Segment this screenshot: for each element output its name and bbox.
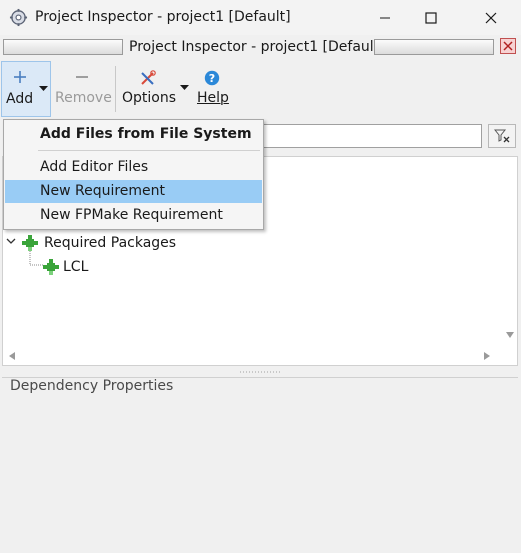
svg-text:?: ? [209,72,215,85]
caption-grip-right[interactable] [374,39,494,55]
minimize-icon [380,17,390,18]
scroll-right-arrow-icon[interactable] [483,351,491,361]
close-icon [503,41,513,51]
options-label: Options [122,90,177,106]
tree-item-lcl[interactable]: LCL [63,259,88,275]
maximize-icon [425,11,437,24]
dependency-properties-panel [2,377,518,552]
caption-title: Project Inspector - project1 [Default] [129,39,385,55]
menu-item-new-fpmake-requirement[interactable]: New FPMake Requirement [5,204,262,227]
menu-item-add-editor-files[interactable]: Add Editor Files [5,156,262,179]
toolbar-separator [115,66,116,112]
help-label: Help [197,90,229,106]
splitter-grip[interactable] [240,370,280,374]
gear-app-icon [9,8,28,27]
remove-button: Remove [52,61,112,117]
clear-filter-button[interactable] [488,124,516,148]
filter-input[interactable] [262,124,482,148]
window-title: Project Inspector - project1 [Default] [35,9,291,25]
chevron-down-icon[interactable] [5,237,17,247]
add-label: Add [6,91,34,107]
tree-connector [29,251,43,266]
options-button[interactable]: Options [118,61,192,117]
chevron-down-icon [180,85,189,90]
menu-item-new-requirement[interactable]: New Requirement [5,180,262,203]
tools-icon [141,70,156,85]
help-button[interactable]: ? Help [194,61,232,117]
filter-clear-icon [494,129,510,143]
add-button[interactable]: Add [1,61,51,117]
package-icon [22,235,38,251]
caption-close-button[interactable] [500,38,516,54]
menu-separator [38,150,260,151]
maximize-button[interactable] [408,0,454,35]
minimize-button[interactable] [362,0,408,35]
add-dropdown-menu: Add Files from File System Add Editor Fi… [3,119,264,230]
scroll-left-arrow-icon[interactable] [8,351,16,361]
package-icon [43,259,59,275]
remove-label: Remove [55,90,112,106]
help-icon: ? [204,70,220,86]
minus-icon [76,76,88,78]
tree-item-required-packages[interactable]: Required Packages [44,235,176,251]
close-button[interactable] [468,0,514,35]
close-icon [485,12,497,23]
caption-grip-left[interactable] [3,39,123,55]
chevron-down-icon [39,86,48,91]
scroll-down-arrow-icon[interactable] [505,331,515,339]
menu-item-add-files-from-file-system[interactable]: Add Files from File System [5,123,262,146]
plus-icon [14,71,26,83]
dependency-properties-title: Dependency Properties [10,378,174,394]
